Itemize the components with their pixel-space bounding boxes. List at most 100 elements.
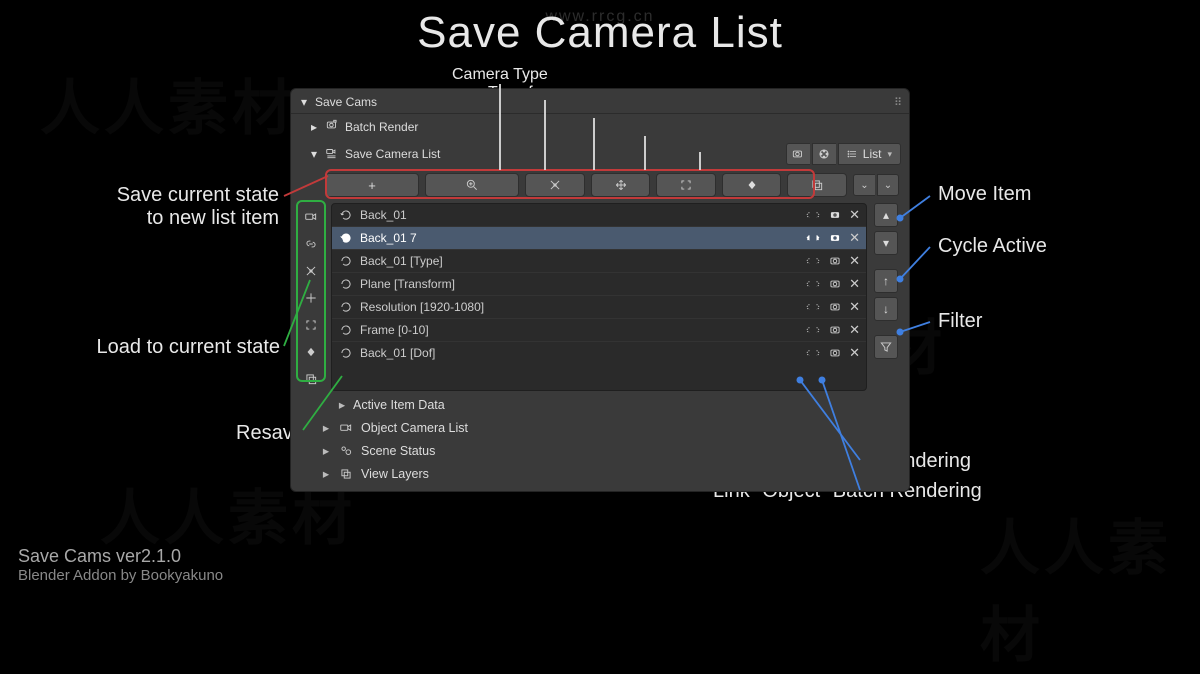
layers-icon [337, 467, 355, 481]
remove-button[interactable]: ✕ [849, 207, 860, 223]
batch-object-icon[interactable] [827, 323, 843, 337]
batch-object-icon[interactable] [827, 254, 843, 268]
disclosure-icon[interactable] [337, 397, 347, 412]
panel-header[interactable]: Save Cams ⠿ [291, 91, 909, 114]
camera-list[interactable]: Back_01 ✕ Back_01 7 ✕ Back_01 [Type] [331, 203, 867, 391]
zoom-add-button[interactable] [425, 173, 519, 197]
video-camera-icon [337, 421, 355, 435]
batch-object-icon[interactable] [827, 277, 843, 291]
resolution-button[interactable] [656, 173, 716, 197]
save-cams-panel: Save Cams ⠿ Batch Render Save Camera Lis… [290, 88, 910, 492]
load-video-icon[interactable] [299, 205, 323, 229]
move-up-button[interactable]: ▴ [874, 203, 898, 227]
resave-icon[interactable] [338, 300, 354, 314]
active-item-data-header[interactable]: Active Item Data [291, 393, 909, 416]
remove-button[interactable]: ✕ [849, 299, 860, 315]
remove-button[interactable]: ✕ [849, 276, 860, 292]
load-resolution-icon[interactable] [299, 313, 323, 337]
list-side-buttons: ▴ ▾ ↑ ↓ [873, 203, 899, 391]
list-item[interactable]: Back_01 [Type] ✕ [332, 249, 866, 272]
resave-icon[interactable] [338, 346, 354, 360]
footer: Save Cams ver2.1.0 Blender Addon by Book… [18, 545, 223, 586]
batch-object-icon[interactable] [827, 346, 843, 360]
batch-object-icon[interactable] [827, 300, 843, 314]
view-layers-label: View Layers [361, 467, 429, 481]
chevron-down-icon: ▾ [887, 149, 892, 160]
frame-range-button[interactable] [722, 173, 782, 197]
resave-icon[interactable] [338, 231, 354, 245]
remove-button[interactable]: ✕ [849, 322, 860, 338]
chevron-down-icon[interactable]: ⌄ [877, 174, 899, 196]
load-dof-icon[interactable] [299, 367, 323, 391]
film-reel-icon[interactable] [812, 143, 836, 165]
batch-list-icon[interactable] [805, 346, 821, 360]
list-item[interactable]: Plane [Transform] ✕ [332, 272, 866, 295]
batch-render-label: Batch Render [345, 120, 418, 134]
watermark-text: 人人素材 [40, 60, 296, 147]
drag-grip-icon[interactable]: ⠿ [894, 96, 901, 109]
disclosure-icon[interactable] [321, 420, 331, 435]
chevron-down-icon[interactable]: ⌄ [853, 174, 875, 196]
remove-button[interactable]: ✕ [849, 230, 860, 246]
camera-list-icon [325, 146, 339, 163]
batch-render-header[interactable]: Batch Render [291, 114, 909, 139]
disclosure-icon[interactable] [321, 443, 331, 458]
move-down-button[interactable]: ▾ [874, 231, 898, 255]
callout-save-current: Save current state to new list item [54, 184, 279, 230]
batch-object-icon[interactable] [827, 208, 843, 222]
watermark-text: 人人素材 [980, 500, 1200, 674]
depth-of-field-button[interactable] [787, 173, 847, 197]
batch-list-icon[interactable] [805, 277, 821, 291]
batch-object-icon[interactable] [827, 231, 843, 245]
page-title: Save Camera List [0, 8, 1200, 58]
save-camera-list-header[interactable]: Save Camera List List ▾ [291, 139, 909, 169]
scene-icon [337, 444, 355, 458]
disclosure-icon[interactable] [321, 466, 331, 481]
view-layers-header[interactable]: View Layers [291, 462, 909, 485]
resave-icon[interactable] [338, 208, 354, 222]
transform-button[interactable] [591, 173, 651, 197]
panel-title: Save Cams [315, 95, 377, 109]
view-mode-label: List [863, 147, 882, 161]
list-item[interactable]: Resolution [1920-1080] ✕ [332, 295, 866, 318]
scene-status-header[interactable]: Scene Status [291, 439, 909, 462]
view-mode-dropdown[interactable]: List ▾ [838, 143, 901, 165]
object-camera-list-header[interactable]: Object Camera List [291, 416, 909, 439]
disclosure-icon[interactable] [299, 95, 309, 109]
list-item[interactable]: Back_01 7 ✕ [332, 226, 866, 249]
camera-icon[interactable] [786, 143, 810, 165]
footer-version: Save Cams ver2.1.0 [18, 545, 223, 568]
batch-list-icon[interactable] [805, 254, 821, 268]
camera-type-button[interactable] [525, 173, 585, 197]
load-icon-column [299, 203, 325, 391]
toolbar: + ⌄ ⌄ [291, 169, 909, 201]
disclosure-icon[interactable] [309, 147, 319, 161]
load-link-icon[interactable] [299, 232, 323, 256]
add-button[interactable]: + [325, 173, 419, 197]
remove-button[interactable]: ✕ [849, 253, 860, 269]
footer-author: Blender Addon by Bookyakuno [18, 567, 223, 586]
callout-move-item: Move Item [938, 183, 1031, 206]
load-frame-icon[interactable] [299, 340, 323, 364]
batch-list-icon[interactable] [805, 323, 821, 337]
list-item[interactable]: Back_01 [Dof] ✕ [332, 341, 866, 364]
list-item-label: Back_01 [360, 208, 799, 222]
load-camera-type-icon[interactable] [299, 259, 323, 283]
cycle-next-button[interactable]: ↓ [874, 297, 898, 321]
batch-list-icon[interactable] [805, 300, 821, 314]
filter-button[interactable] [874, 335, 898, 359]
remove-button[interactable]: ✕ [849, 345, 860, 361]
callout-filter: Filter [938, 310, 982, 333]
list-item-label: Back_01 7 [360, 231, 799, 245]
batch-list-icon[interactable] [805, 231, 821, 245]
batch-list-icon[interactable] [805, 208, 821, 222]
cycle-prev-button[interactable]: ↑ [874, 269, 898, 293]
list-item-label: Back_01 [Dof] [360, 346, 799, 360]
resave-icon[interactable] [338, 277, 354, 291]
disclosure-icon[interactable] [309, 120, 319, 134]
list-item[interactable]: Back_01 ✕ [332, 204, 866, 226]
list-item[interactable]: Frame [0-10] ✕ [332, 318, 866, 341]
resave-icon[interactable] [338, 323, 354, 337]
load-transform-icon[interactable] [299, 286, 323, 310]
resave-icon[interactable] [338, 254, 354, 268]
